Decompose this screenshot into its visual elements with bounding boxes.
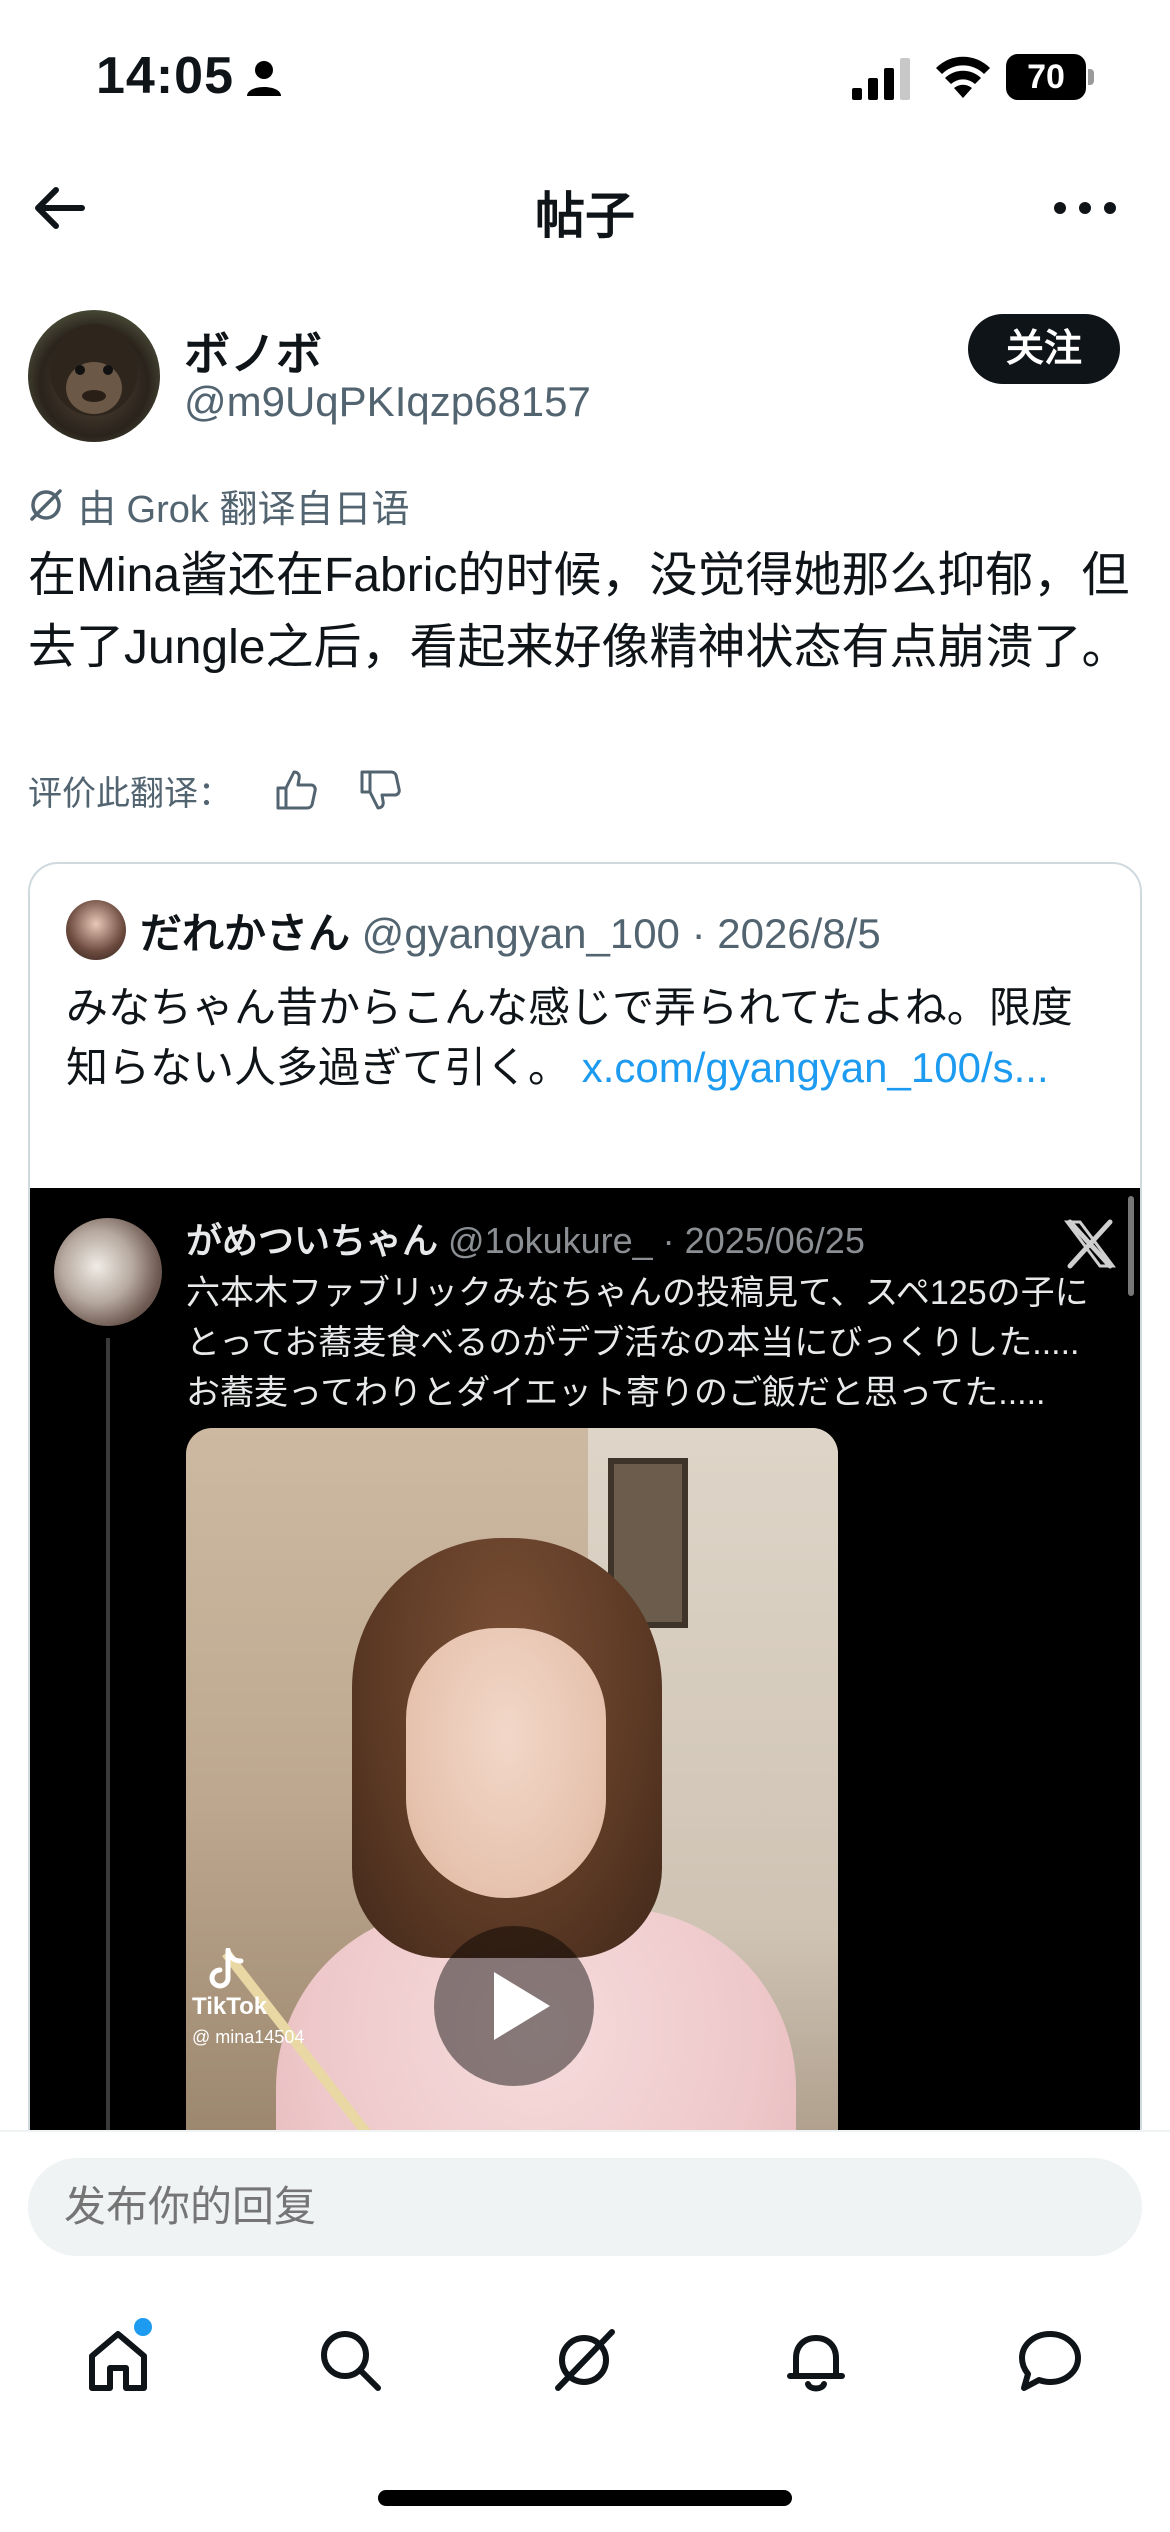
translation-source-label: 由 Grok 翻译自日语: [78, 488, 410, 531]
thumbs-up-icon[interactable]: [274, 768, 318, 812]
page-title: 帖子: [535, 188, 635, 244]
author-display-name[interactable]: ボノボ: [184, 318, 322, 384]
tiktok-watermark: TikTok @ mina14504: [192, 1948, 304, 2052]
follow-button[interactable]: 关注: [968, 314, 1120, 384]
bonobo-photo: [50, 324, 138, 416]
quote-display-name[interactable]: だれかさん: [140, 910, 350, 957]
author-handle[interactable]: @m9UqPKIqzp68157: [184, 378, 591, 426]
status-time: 14:05: [96, 47, 234, 105]
grok-icon: [555, 2329, 615, 2391]
status-bar: 14:05 70: [0, 0, 1170, 150]
tiktok-username: @ mina14504: [192, 2027, 305, 2047]
home-indicator: [378, 2490, 792, 2506]
post-text: 在Mina酱还在Fabric的时候，没觉得她那么抑郁，但去了Jungle之后，看…: [28, 549, 1130, 674]
more-options-icon[interactable]: [1050, 186, 1120, 230]
embedded-screenshot[interactable]: がめついちゃん @1okukure_ · 2025/06/25 六本木ファブリッ…: [30, 1188, 1140, 2260]
embedded-line-2: とってお蕎麦食べるのがデブ活なの本当にびっくりした.....: [186, 1324, 1080, 1362]
embedded-display-name: がめついちゃん: [186, 1220, 439, 1261]
embedded-avatar: [54, 1218, 162, 1326]
battery-cap: [1088, 69, 1094, 85]
nav-header: 帖子: [0, 150, 1170, 270]
tab-notifications[interactable]: [768, 2312, 864, 2408]
embedded-scrollbar: [1128, 1196, 1134, 1296]
battery-level: 70: [1006, 54, 1086, 100]
embedded-line-3: お蕎麦ってわりとダイエット寄りのご飯だと思ってた.....: [186, 1374, 1046, 1412]
grok-icon: [30, 489, 62, 521]
x-logo-icon: [1064, 1219, 1116, 1269]
tiktok-icon: [209, 1948, 244, 1989]
person-face: [406, 1628, 606, 1898]
home-notification-dot: [134, 2318, 152, 2336]
tab-search[interactable]: [302, 2312, 398, 2408]
quote-link[interactable]: x.com/gyangyan_100/s...: [582, 1044, 1049, 1091]
quote-text: みなちゃん昔からこんな感じで弄られてたよね。限度知らない人多過ぎて引く。 x.c…: [66, 978, 1106, 1098]
rate-translation-label: 评价此翻译：: [28, 774, 232, 813]
quote-avatar[interactable]: [66, 900, 126, 960]
messages-icon: [1019, 2331, 1081, 2391]
thread-line: [106, 1338, 110, 2260]
quote-handle-date: @gyangyan_100 · 2026/8/5: [350, 910, 881, 957]
embedded-text: 六本木ファブリックみなちゃんの投稿見て、スペ125の子に とってお蕎麦食べるのが…: [186, 1268, 1126, 1418]
bottom-tab-bar: [0, 2272, 1170, 2532]
embedded-handle-date: @1okukure_ · 2025/06/25: [438, 1220, 865, 1261]
reply-input[interactable]: [28, 2158, 1142, 2256]
translation-note: 由 Grok 翻译自日语: [28, 480, 410, 531]
quote-header: だれかさん @gyangyan_100 · 2026/8/5: [140, 900, 881, 961]
tab-messages[interactable]: [1002, 2312, 1098, 2408]
person-icon: [247, 61, 281, 96]
thumbs-down-icon[interactable]: [358, 768, 402, 812]
embedded-header: がめついちゃん @1okukure_ · 2025/06/25: [186, 1212, 865, 1264]
tab-grok[interactable]: [536, 2312, 632, 2408]
rate-translation-row: 评价此翻译：: [28, 762, 402, 818]
bell-icon: [787, 2335, 845, 2392]
tiktok-label: TikTok: [192, 1993, 268, 2020]
cellular-signal-icon: [852, 58, 910, 100]
search-icon: [321, 2331, 381, 2391]
battery-indicator: 70: [1006, 54, 1094, 100]
author-avatar[interactable]: [28, 310, 160, 442]
play-button-icon[interactable]: [432, 1924, 596, 2088]
reply-bar: [0, 2130, 1170, 2272]
wifi-icon: [936, 56, 990, 98]
embedded-line-1: 六本木ファブリックみなちゃんの投稿見て、スペ125の子に: [186, 1274, 1089, 1312]
quoted-post-card[interactable]: だれかさん @gyangyan_100 · 2026/8/5 みなちゃん昔からこ…: [28, 862, 1142, 2262]
